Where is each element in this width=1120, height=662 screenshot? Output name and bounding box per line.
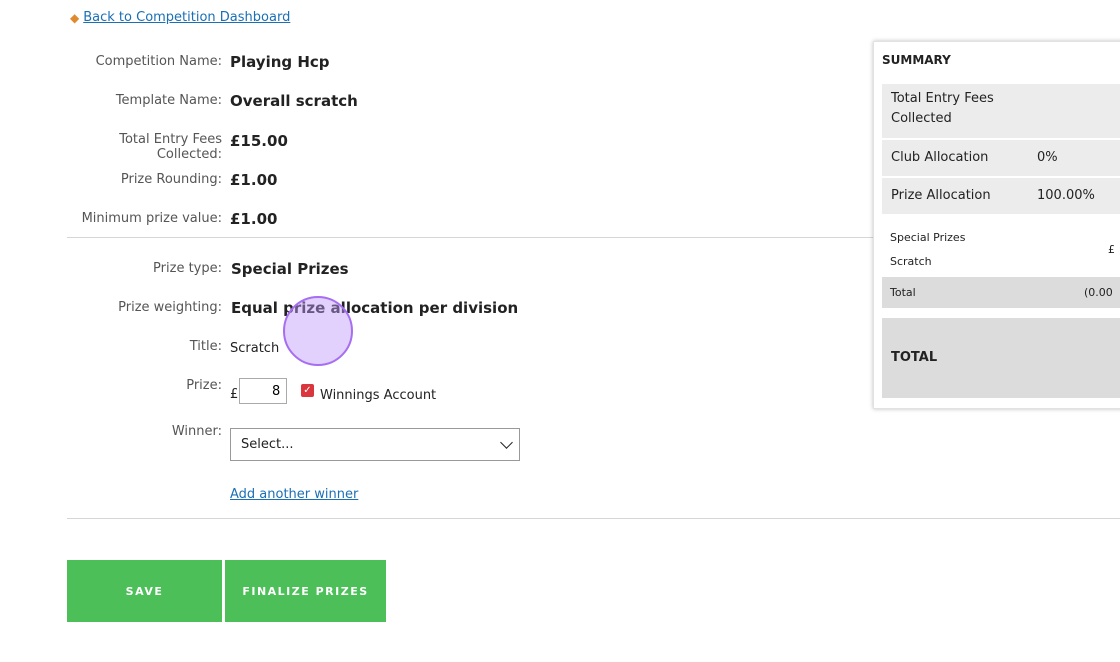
- inner-total-label: Total: [890, 286, 916, 299]
- divider: [67, 518, 1120, 519]
- club-allocation-value: 0%: [1037, 150, 1058, 165]
- total-entry-fees-label-line2: Collected:: [156, 147, 222, 162]
- summary-entry-fees-label: Total Entry Fees Collected: [891, 89, 994, 129]
- summary-entry-fees-line2: Collected: [891, 111, 952, 126]
- total-entry-fees-label: Total Entry Fees Collected:: [70, 132, 222, 162]
- prize-rounding-label: Prize Rounding:: [120, 172, 222, 187]
- prize-allocation-value: 100.00%: [1037, 188, 1095, 203]
- back-nav[interactable]: ◆ Back to Competition Dashboard: [70, 10, 290, 25]
- click-indicator: [283, 296, 353, 366]
- minimum-prize-value: £1.00: [230, 210, 278, 228]
- winner-label: Winner:: [171, 424, 222, 439]
- prize-type-value: Special Prizes: [231, 260, 349, 278]
- competition-name-value: Playing Hcp: [230, 53, 330, 71]
- scratch-label: Scratch: [890, 255, 932, 268]
- grand-total-row: TOTAL: [882, 318, 1120, 398]
- minimum-prize-label: Minimum prize value:: [81, 211, 222, 226]
- prize-amount-input[interactable]: [239, 378, 288, 404]
- currency-symbol: £: [230, 387, 239, 402]
- prize-weighting-label: Prize weighting:: [118, 300, 222, 315]
- summary-panel: SUMMARY Total Entry Fees Collected Club …: [873, 41, 1120, 409]
- title-label: Title:: [189, 339, 222, 354]
- grand-total-label: TOTAL: [891, 350, 938, 365]
- total-entry-fees-value: £15.00: [230, 132, 288, 150]
- prize-amount-group: £: [230, 378, 288, 404]
- add-another-winner-link[interactable]: Add another winner: [230, 487, 358, 502]
- prize-type-label: Prize type:: [153, 261, 222, 276]
- prize-weighting-value: Equal prize allocation per division: [231, 299, 519, 317]
- inner-total-value: (0.00: [1084, 286, 1113, 299]
- back-to-dashboard-link[interactable]: Back to Competition Dashboard: [83, 10, 290, 25]
- prize-label: Prize:: [186, 378, 222, 393]
- prize-rounding-value: £1.00: [230, 171, 278, 189]
- summary-prize-allocation-row: Prize Allocation 100.00%: [882, 178, 1120, 214]
- special-prizes-total-row: Total (0.00: [882, 277, 1120, 308]
- chevron-down-icon: [500, 436, 513, 449]
- finalize-prizes-button[interactable]: FINALIZE PRIZES: [225, 560, 386, 622]
- total-entry-fees-label-line1: Total Entry Fees: [119, 132, 222, 147]
- template-name-value: Overall scratch: [230, 92, 358, 110]
- summary-entry-fees-line1: Total Entry Fees: [891, 91, 994, 106]
- winnings-account-label: Winnings Account: [320, 388, 437, 403]
- prize-allocation-label: Prize Allocation: [891, 188, 991, 203]
- special-prizes-block: Special Prizes £ Scratch: [882, 223, 1120, 277]
- summary-club-allocation-row: Club Allocation 0%: [882, 140, 1120, 176]
- summary-title: SUMMARY: [882, 53, 951, 67]
- summary-entry-fees-row: Total Entry Fees Collected: [882, 84, 1120, 138]
- winner-select-value: Select...: [241, 437, 294, 452]
- template-name-label: Template Name:: [115, 93, 222, 108]
- special-prizes-label: Special Prizes: [890, 231, 966, 244]
- competition-name-label: Competition Name:: [95, 54, 222, 69]
- winnings-account-checkbox[interactable]: ✓: [301, 384, 314, 397]
- save-button[interactable]: SAVE: [67, 560, 222, 622]
- club-allocation-label: Club Allocation: [891, 150, 989, 165]
- divider: [67, 237, 873, 238]
- winner-select[interactable]: Select...: [230, 428, 520, 461]
- back-arrow-icon: ◆: [70, 10, 80, 25]
- special-prizes-amount: £: [1108, 243, 1115, 256]
- title-value: Scratch: [230, 341, 280, 356]
